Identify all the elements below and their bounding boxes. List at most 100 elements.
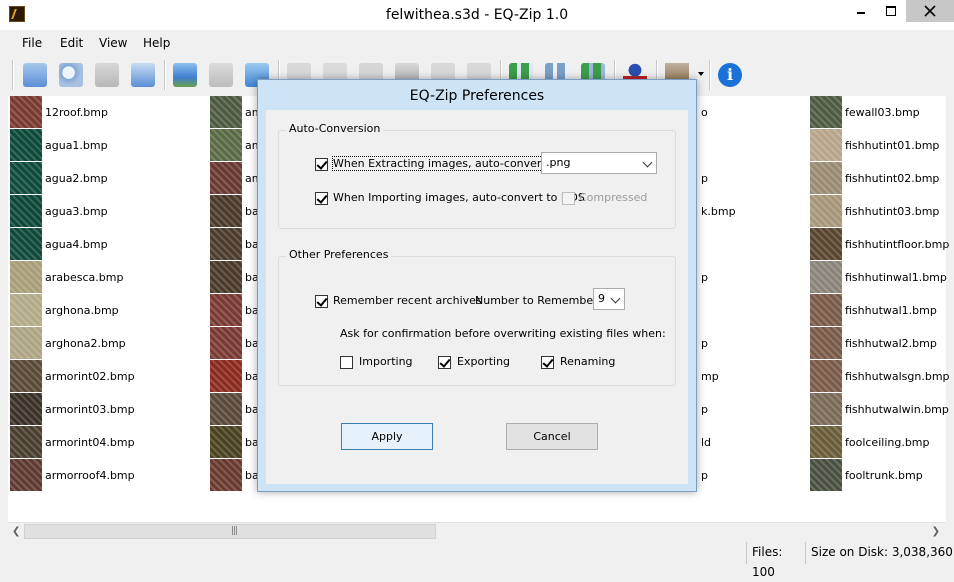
importing-label[interactable]: Importing	[359, 355, 413, 368]
file-item[interactable]: agua1.bmp	[10, 129, 108, 161]
file-item[interactable]: p	[698, 162, 708, 194]
file-item[interactable]: armorint02.bmp	[10, 360, 135, 392]
menu-file[interactable]: File	[22, 36, 42, 50]
exporting-checkbox[interactable]	[438, 356, 451, 369]
scroll-right-icon[interactable]: ❯	[932, 526, 940, 537]
import-convert-label[interactable]: When Importing images, auto-convert to D…	[333, 191, 585, 204]
file-name: fishhutint02.bmp	[845, 171, 940, 185]
menu-view[interactable]: View	[99, 36, 127, 50]
extract-convert-checkbox[interactable]	[315, 158, 328, 171]
save-as-button[interactable]	[128, 60, 158, 90]
file-item[interactable]: ba	[210, 195, 259, 227]
file-item[interactable]: agua3.bmp	[10, 195, 108, 227]
file-item[interactable]: agua2.bmp	[10, 162, 108, 194]
scroll-left-icon[interactable]: ❮	[12, 526, 20, 537]
file-item[interactable]: am	[210, 162, 262, 194]
file-item[interactable]: fishhutintfloor.bmp	[810, 228, 949, 260]
maximize-button[interactable]	[876, 0, 906, 22]
file-thumbnail	[210, 129, 242, 161]
file-item[interactable]: armorint03.bmp	[10, 393, 135, 425]
file-item[interactable]: am	[210, 96, 262, 128]
close-button[interactable]	[906, 0, 954, 22]
other-preferences-label: Other Preferences	[286, 248, 392, 261]
file-name: fishhutint03.bmp	[845, 204, 940, 218]
about-button[interactable]: i	[715, 60, 745, 90]
file-thumbnail	[810, 360, 842, 392]
file-item[interactable]: ba	[210, 294, 259, 326]
menu-help[interactable]: Help	[143, 36, 170, 50]
file-item[interactable]: fishhutint02.bmp	[810, 162, 939, 194]
remember-archives-label[interactable]: Remember recent archives	[333, 294, 482, 307]
file-item[interactable]: p	[698, 261, 708, 293]
open-archive-button[interactable]	[56, 60, 86, 90]
number-to-remember-select[interactable]: 9	[593, 288, 625, 310]
file-item[interactable]: fishhutint01.bmp	[810, 129, 939, 161]
file-item[interactable]	[698, 129, 701, 161]
file-item[interactable]: ld	[698, 426, 711, 458]
file-item[interactable]: ba	[210, 261, 259, 293]
compressed-checkbox[interactable]	[562, 192, 575, 205]
file-item[interactable]: arghona2.bmp	[10, 327, 126, 359]
file-item[interactable]: fishhutint03.bmp	[810, 195, 939, 227]
file-item[interactable]: ba	[210, 228, 259, 260]
file-item[interactable]	[698, 294, 701, 326]
convert-format-select[interactable]: .png	[541, 152, 657, 174]
remember-archives-checkbox[interactable]	[315, 295, 328, 308]
file-item[interactable]: mp	[698, 360, 719, 392]
file-item[interactable]: p	[698, 327, 708, 359]
file-item[interactable]: fishhutinwal1.bmp	[810, 261, 947, 293]
exporting-label[interactable]: Exporting	[457, 355, 510, 368]
preferences-dialog: EQ-Zip Preferences Auto-Conversion When …	[257, 79, 697, 492]
file-item[interactable]: arabesca.bmp	[10, 261, 123, 293]
file-item[interactable]: ba	[210, 426, 259, 458]
file-item[interactable]: fooltrunk.bmp	[810, 459, 923, 491]
import-images-button[interactable]	[170, 60, 200, 90]
file-item[interactable]: foolceiling.bmp	[810, 426, 930, 458]
file-item[interactable]: ba	[210, 459, 259, 491]
file-item[interactable]: armorroof4.bmp	[10, 459, 135, 491]
file-item[interactable]: agua4.bmp	[10, 228, 108, 260]
cancel-button[interactable]: Cancel	[506, 423, 598, 450]
file-item[interactable]: armorint04.bmp	[10, 426, 135, 458]
apply-button[interactable]: Apply	[341, 423, 433, 450]
file-item[interactable]: fishhutwal1.bmp	[810, 294, 937, 326]
auto-conversion-group: Auto-Conversion When Extracting images, …	[278, 122, 676, 229]
importing-checkbox[interactable]	[340, 356, 353, 369]
renaming-checkbox[interactable]	[541, 356, 554, 369]
file-name: fewall03.bmp	[845, 105, 920, 119]
extract-convert-label[interactable]: When Extracting images, auto-convert to	[331, 156, 562, 171]
new-archive-button[interactable]	[20, 60, 50, 90]
file-item[interactable]: p	[698, 393, 708, 425]
renaming-label[interactable]: Renaming	[560, 355, 615, 368]
minimize-button[interactable]	[846, 0, 876, 22]
file-item[interactable]: k.bmp	[698, 195, 736, 227]
file-thumbnail	[10, 96, 42, 128]
file-thumbnail	[10, 459, 42, 491]
file-thumbnail	[210, 195, 242, 227]
maximize-icon	[886, 6, 896, 16]
file-item[interactable]: fishhutwal2.bmp	[810, 327, 937, 359]
save-archive-icon	[95, 63, 119, 87]
file-item[interactable]: arghona.bmp	[10, 294, 119, 326]
file-item[interactable]: ba	[210, 360, 259, 392]
file-item[interactable]	[698, 228, 701, 260]
menu-edit[interactable]: Edit	[60, 36, 83, 50]
open-archive-icon	[59, 63, 83, 87]
extract-images-button[interactable]	[206, 60, 236, 90]
file-item[interactable]: p	[698, 459, 708, 491]
file-item[interactable]: o	[698, 96, 708, 128]
file-item[interactable]: 12roof.bmp	[10, 96, 108, 128]
import-convert-checkbox[interactable]	[315, 192, 328, 205]
convert-format-value: .png	[546, 156, 571, 169]
thumbnail-size-dropdown-icon[interactable]	[698, 72, 704, 76]
file-item[interactable]: ba	[210, 327, 259, 359]
horizontal-scrollbar[interactable]: ❮ ||| ❯	[8, 522, 946, 541]
file-item[interactable]: fishhutwalsgn.bmp	[810, 360, 950, 392]
compressed-label: Compressed	[579, 191, 648, 204]
file-item[interactable]: am	[210, 129, 262, 161]
scrollbar-thumb[interactable]: |||	[24, 524, 436, 539]
file-item[interactable]: fishhutwalwin.bmp	[810, 393, 949, 425]
file-item[interactable]: ba	[210, 393, 259, 425]
save-archive-button[interactable]	[92, 60, 122, 90]
file-item[interactable]: fewall03.bmp	[810, 96, 920, 128]
